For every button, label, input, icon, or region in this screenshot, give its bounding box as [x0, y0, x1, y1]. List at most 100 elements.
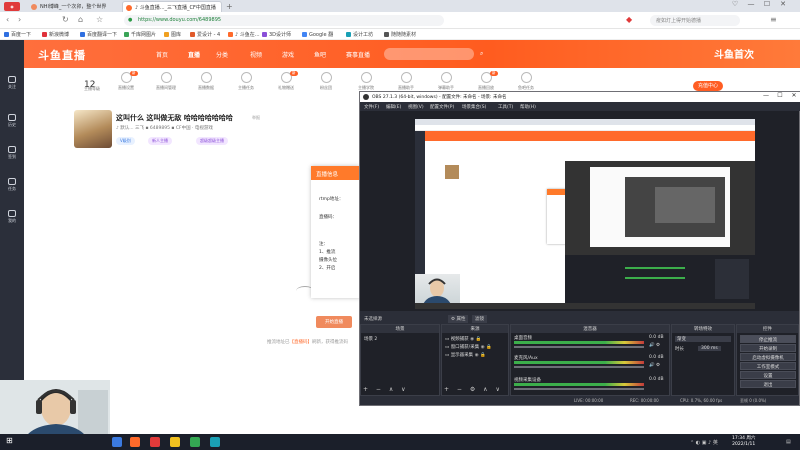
menu-profile[interactable]: 配置文件(P) — [430, 104, 454, 110]
search-field[interactable]: 疫如灯上得开始德播 — [650, 15, 740, 26]
nav-live[interactable]: 直播 — [188, 50, 200, 59]
site-search-input[interactable] — [384, 48, 474, 60]
minimize-button[interactable]: — — [744, 0, 758, 12]
taskbar-app-icon[interactable] — [150, 437, 160, 447]
new-tab-button[interactable]: + — [226, 2, 233, 11]
sidebar-item-history[interactable]: 历史 — [0, 114, 24, 128]
obs-preview[interactable] — [360, 111, 799, 311]
sidebar-item-checkin[interactable]: 签到 — [0, 146, 24, 160]
shield-icon[interactable]: ◆ — [626, 15, 632, 24]
transition-type-select[interactable]: 渐变 — [675, 336, 731, 342]
tool-replay[interactable]: 新直播回放 — [468, 71, 504, 91]
bookmark-item[interactable]: 百度一下 — [4, 31, 31, 38]
menu-tools[interactable]: 工具(T) — [498, 104, 513, 110]
tool-assistant[interactable]: 直播助手 — [388, 72, 424, 91]
filters-button[interactable]: 滤镜 — [472, 315, 487, 323]
tool-live-data[interactable]: 直播数据 — [188, 72, 224, 91]
menu-icon[interactable]: ≡ — [770, 15, 777, 24]
menu-view[interactable]: 视图(V) — [408, 104, 424, 110]
avatar[interactable] — [74, 110, 112, 148]
tab-1[interactable]: NHl博峰_一个次卯，整个世界 — [28, 1, 120, 12]
maximize-button[interactable]: ☐ — [760, 0, 774, 12]
nav-home[interactable]: 首页 — [156, 50, 168, 59]
home-icon[interactable]: ⌂ — [78, 15, 83, 24]
taskbar-app-icon[interactable] — [112, 437, 122, 447]
tool-academy[interactable]: 主播学院 — [348, 72, 384, 91]
sidebar-item-follow[interactable]: 关注 — [0, 76, 24, 90]
bookmark-item[interactable]: Google 翻 — [302, 31, 333, 38]
speaker-icon[interactable]: 🔊 ⚙ — [649, 343, 660, 348]
menu-edit[interactable]: 编辑(E) — [386, 104, 401, 110]
browser-logo[interactable]: ◉ — [4, 2, 20, 11]
tool-level[interactable]: 主播等级 — [74, 86, 110, 92]
tray-icons[interactable]: ⌃ ◐ ▣ ♪ 英 — [690, 439, 718, 446]
bookmark-item[interactable]: 百度翻译一下 — [80, 31, 117, 38]
bookmark-item[interactable]: 图库 — [164, 31, 181, 38]
nav-category[interactable]: 分类 — [216, 50, 228, 59]
sidebar-item-tasks[interactable]: 任务 — [0, 178, 24, 192]
forward-icon[interactable]: › — [18, 15, 21, 24]
volume-slider[interactable] — [514, 366, 644, 368]
reload-icon[interactable]: ↻ — [62, 15, 69, 24]
duration-input[interactable]: 300 ms — [698, 346, 721, 351]
windows-start-icon[interactable]: ⊞ — [6, 436, 16, 446]
site-logo[interactable]: 斗鱼直播 — [38, 47, 86, 63]
taskbar-app-icon[interactable] — [210, 437, 220, 447]
favorite-icon[interactable]: ♡ — [728, 0, 742, 12]
back-icon[interactable]: ‹ — [6, 15, 9, 24]
menu-file[interactable]: 文件(F) — [364, 104, 379, 110]
url-field[interactable]: ● https://www.douyu.com/6489895 — [124, 15, 444, 26]
nav-yuba[interactable]: 鱼吧 — [314, 50, 326, 59]
bookmark-item[interactable]: 设计工坊 — [346, 31, 373, 38]
start-live-button[interactable]: 开始直播 — [316, 316, 352, 328]
properties-button[interactable]: ⚙ 属性 — [448, 315, 469, 323]
report-link[interactable]: 举报 — [252, 115, 260, 121]
nav-video[interactable]: 视频 — [250, 50, 262, 59]
obs-close-button[interactable]: ✕ — [788, 92, 800, 102]
recharge-button[interactable]: 充值中心 — [693, 81, 723, 91]
source-item[interactable]: ▭ 视频捕获 ◉ 🔒 — [445, 336, 481, 342]
nav-esports[interactable]: 赛事直播 — [346, 50, 370, 59]
obs-minimize-button[interactable]: — — [760, 92, 772, 102]
close-button[interactable]: ✕ — [776, 0, 790, 12]
tool-danmu[interactable]: 弹幕助手 — [428, 72, 464, 91]
exit-button[interactable]: 退出 — [740, 380, 796, 388]
search-icon[interactable]: ⌕ — [480, 50, 483, 58]
source-controls[interactable]: + − ⚙ ∧ ∨ — [444, 386, 503, 393]
scene-controls[interactable]: + − ∧ ∨ — [363, 386, 409, 393]
speaker-icon[interactable]: 🔊 ⚙ — [649, 363, 660, 368]
menu-scene-collection[interactable]: 场景集合(S) — [462, 104, 486, 110]
stop-streaming-button[interactable]: 停止推流 — [740, 335, 796, 343]
bookmark-item[interactable]: 千库网图片 — [124, 31, 156, 38]
tool-gift[interactable]: 新礼物赠送 — [268, 71, 304, 91]
bookmark-item[interactable]: 新浪微博 — [42, 31, 69, 38]
tool-live-settings[interactable]: 新直播设置 — [108, 71, 144, 91]
volume-slider[interactable] — [514, 346, 644, 348]
source-item[interactable]: ▭ 窗口捕获/采集 ◉ 🔒 — [445, 344, 492, 350]
studio-mode-button[interactable]: 工作室模式 — [740, 362, 796, 370]
bookmark-item[interactable]: 随随随素材 — [384, 31, 416, 38]
tool-room-manage[interactable]: 直播间管理 — [148, 72, 184, 91]
menu-help[interactable]: 帮助(H) — [520, 104, 536, 110]
start-recording-button[interactable]: 开始录制 — [740, 344, 796, 352]
settings-button[interactable]: 设置 — [740, 371, 796, 379]
tab-2-active[interactable]: ♪ 斗鱼直播..._三飞直播_CF中国直播 — [122, 1, 222, 12]
bookmark-item[interactable]: ♪ 斗鱼在... — [228, 31, 260, 38]
tool-anchor-task[interactable]: 主播任务 — [228, 72, 264, 91]
volume-slider[interactable] — [514, 388, 644, 390]
obs-maximize-button[interactable]: ☐ — [774, 92, 786, 102]
sidebar-item-mine[interactable]: 我的 — [0, 210, 24, 224]
virtual-camera-button[interactable]: 启动虚拟摄像机 — [740, 353, 796, 361]
taskbar-clock[interactable]: 17:34 周六 2022/1/11 — [732, 436, 755, 448]
favorites-icon[interactable]: ☆ — [96, 15, 103, 24]
source-item[interactable]: ▭ 显示器采集 ◉ 🔒 — [445, 352, 486, 358]
tool-yuba-task[interactable]: 鱼吧任务 — [508, 72, 544, 91]
tool-fans[interactable]: 粉丝团 — [308, 72, 344, 91]
notification-icon[interactable]: ▤ — [786, 439, 791, 445]
taskbar-app-icon[interactable] — [170, 437, 180, 447]
taskbar-app-icon[interactable] — [190, 437, 200, 447]
bookmark-item[interactable]: 3D设计师 — [262, 31, 291, 38]
nav-games[interactable]: 游戏 — [282, 50, 294, 59]
taskbar-app-icon[interactable] — [130, 437, 140, 447]
bookmark-item[interactable]: 爱设计 - 4 — [190, 31, 220, 38]
